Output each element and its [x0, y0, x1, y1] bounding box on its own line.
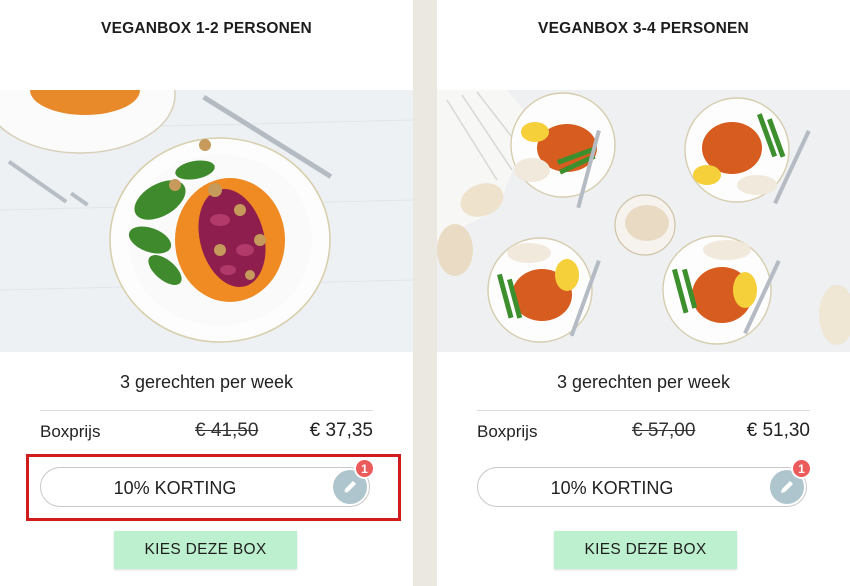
price-label: Boxprijs — [40, 422, 101, 441]
divider — [477, 410, 810, 411]
box-title: VEGANBOX 3-4 PERSONEN — [538, 20, 749, 37]
notification-badge: 1 — [791, 458, 812, 479]
price-row: Boxprijs € 41,50 € 37,35 — [40, 420, 373, 446]
box-card-3-4: VEGANBOX 3-4 PERSONEN 3 gerechten per we… — [437, 0, 850, 586]
discount-label: 10% KORTING — [550, 478, 674, 498]
new-price: € 37,35 — [309, 420, 373, 441]
old-price: € 57,00 — [632, 420, 696, 441]
edit-discount-button[interactable]: 1 — [770, 458, 812, 504]
highlight-box — [26, 454, 401, 521]
old-price: € 41,50 — [195, 420, 259, 441]
price-label: Boxprijs — [477, 422, 538, 441]
meal-photo — [437, 90, 850, 352]
pencil-icon — [781, 481, 793, 493]
meal-photo — [0, 90, 413, 352]
price-row: Boxprijs € 57,00 € 51,30 — [477, 420, 810, 446]
choose-box-button[interactable]: KIES DEZE BOX — [554, 531, 737, 569]
box-title: VEGANBOX 1-2 PERSONEN — [101, 20, 312, 37]
meals-per-week: 3 gerechten per week — [119, 372, 294, 392]
discount-field[interactable]: 10% KORTING 1 — [477, 458, 812, 507]
box-card-1-2: VEGANBOX 1-2 PERSONEN 3 gerechten per we… — [0, 0, 413, 586]
meals-per-week: 3 gerechten per week — [556, 372, 731, 392]
new-price: € 51,30 — [746, 420, 810, 441]
divider — [40, 410, 373, 411]
choose-box-button[interactable]: KIES DEZE BOX — [114, 531, 297, 569]
